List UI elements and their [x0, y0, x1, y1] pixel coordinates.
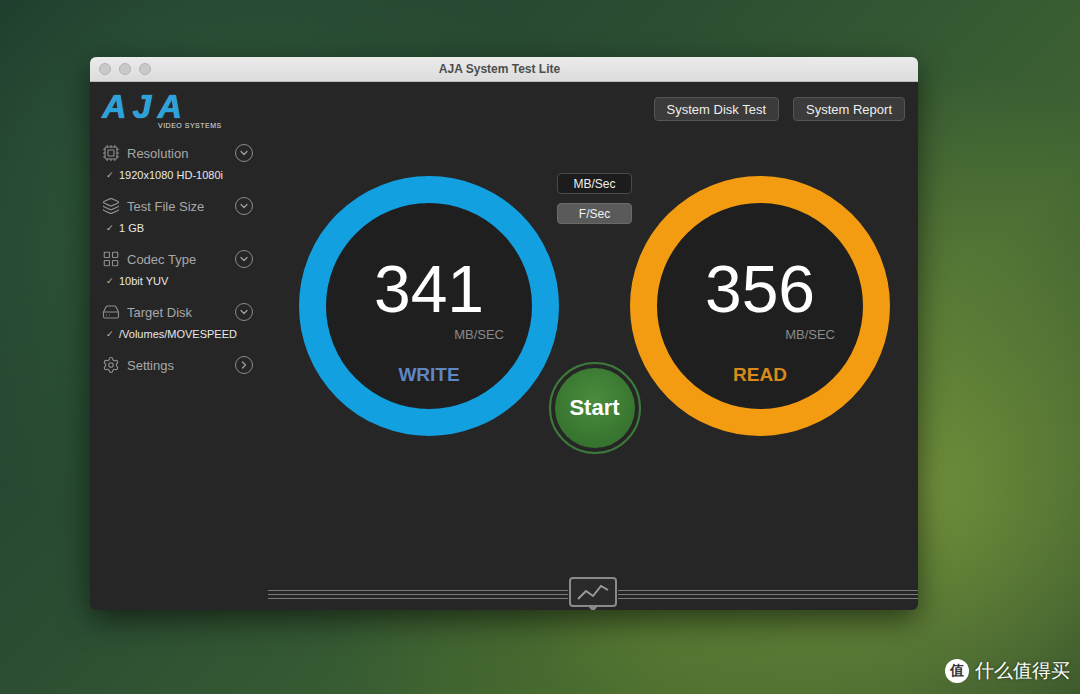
logo-name: AJA: [102, 91, 188, 121]
check-icon: ✓: [106, 329, 114, 339]
option-icon: [102, 144, 120, 162]
chevron-down-icon[interactable]: [235, 303, 253, 321]
sidebar-item: Resolution ✓ 1920x1080 HD-1080i: [102, 141, 253, 185]
value-text: 1920x1080 HD-1080i: [119, 169, 223, 181]
chevron-right-icon[interactable]: [235, 356, 253, 374]
window-title: AJA System Test Lite: [151, 62, 848, 76]
minimize-button[interactable]: [119, 63, 131, 75]
app-window: AJA System Test Lite AJAVIDEO SYSTEMS Reso…: [90, 57, 918, 610]
sidebar-item-label: Resolution: [127, 146, 228, 161]
option-icon: [102, 356, 120, 374]
sidebar-item-value: ✓ 1920x1080 HD-1080i: [102, 165, 253, 185]
logo-subtitle: VIDEO SYSTEMS: [102, 121, 222, 130]
sidebar-item-header[interactable]: Target Disk: [102, 300, 253, 324]
sidebar-item-value: ✓ /Volumes/MOVESPEED: [102, 324, 253, 344]
sidebar-item-header[interactable]: Resolution: [102, 141, 253, 165]
window-controls: [90, 63, 151, 75]
sidebar-item: Test File Size ✓ 1 GB: [102, 194, 253, 238]
watermark: 值什么值得买: [945, 658, 1070, 684]
sidebar: AJAVIDEO SYSTEMS Resolution ✓ 1920x1080 HD-…: [90, 82, 260, 610]
check-icon: ✓: [106, 170, 114, 180]
start-ring: Start: [549, 362, 641, 454]
sidebar-item-label: Target Disk: [127, 305, 228, 320]
gauge-unit: MB/SEC: [685, 327, 835, 342]
sidebar-items: Resolution ✓ 1920x1080 HD-1080i Test File S…: [102, 141, 253, 377]
value-text: 1 GB: [119, 222, 144, 234]
chevron-down-icon[interactable]: [235, 250, 253, 268]
start-button[interactable]: Start: [555, 368, 635, 448]
unit-button[interactable]: F/Sec: [557, 203, 632, 224]
main-panel: System Disk Test System Report 341 MB/SEC WR…: [260, 82, 918, 610]
gauge-ring: 341 MB/SEC WRITE: [299, 176, 559, 436]
top-bar: System Disk Test System Report: [260, 82, 918, 121]
option-icon: [102, 197, 120, 215]
sidebar-item-label: Codec Type: [127, 252, 228, 267]
option-icon: [102, 250, 120, 268]
graph-lines: [618, 590, 918, 600]
gauge-value: 341: [374, 256, 484, 322]
header-button[interactable]: System Disk Test: [654, 97, 779, 121]
option-icon: [102, 303, 120, 321]
gauges: 341 MB/SEC WRITE MB/Sec F/Sec Start 356 MB/SEC R…: [260, 173, 918, 454]
center-controls: MB/SecF/SecStart: [559, 173, 630, 454]
check-icon: ✓: [106, 223, 114, 233]
graph-lines: [268, 590, 568, 600]
graph-toggle: [268, 576, 918, 610]
sidebar-item-header[interactable]: Codec Type: [102, 247, 253, 271]
gauge-ring: 356 MB/SEC READ: [630, 176, 890, 436]
sidebar-item-header[interactable]: Test File Size: [102, 194, 253, 218]
window-body: AJAVIDEO SYSTEMS Resolution ✓ 1920x1080 HD-…: [90, 82, 918, 610]
gauge-label: WRITE: [398, 364, 459, 386]
watermark-text: 什么值得买: [975, 658, 1070, 684]
sidebar-item-value: ✓ 10bit YUV: [102, 271, 253, 291]
check-icon: ✓: [106, 276, 114, 286]
chart-icon[interactable]: [568, 576, 618, 610]
desktop-photo: AJA System Test Lite AJAVIDEO SYSTEMS Reso…: [0, 0, 1080, 694]
sidebar-item: Settings: [102, 353, 253, 377]
sidebar-item-label: Test File Size: [127, 199, 228, 214]
gauge-label: READ: [733, 364, 787, 386]
gauge-unit: MB/SEC: [354, 327, 504, 342]
sidebar-item: Target Disk ✓ /Volumes/MOVESPEED: [102, 300, 253, 344]
title-bar: AJA System Test Lite: [90, 57, 918, 82]
zoom-button[interactable]: [139, 63, 151, 75]
close-button[interactable]: [99, 63, 111, 75]
watermark-logo: 值: [945, 659, 969, 683]
value-text: /Volumes/MOVESPEED: [119, 328, 237, 340]
chevron-down-icon[interactable]: [235, 197, 253, 215]
sidebar-item-label: Settings: [127, 358, 228, 373]
sidebar-item-header[interactable]: Settings: [102, 353, 253, 377]
sidebar-item-value: ✓ 1 GB: [102, 218, 253, 238]
header-button[interactable]: System Report: [793, 97, 905, 121]
aja-logo: AJAVIDEO SYSTEMS: [102, 91, 253, 131]
chevron-down-icon[interactable]: [235, 144, 253, 162]
value-text: 10bit YUV: [119, 275, 168, 287]
gauge-value: 356: [705, 256, 815, 322]
unit-button[interactable]: MB/Sec: [557, 173, 632, 194]
sidebar-item: Codec Type ✓ 10bit YUV: [102, 247, 253, 291]
